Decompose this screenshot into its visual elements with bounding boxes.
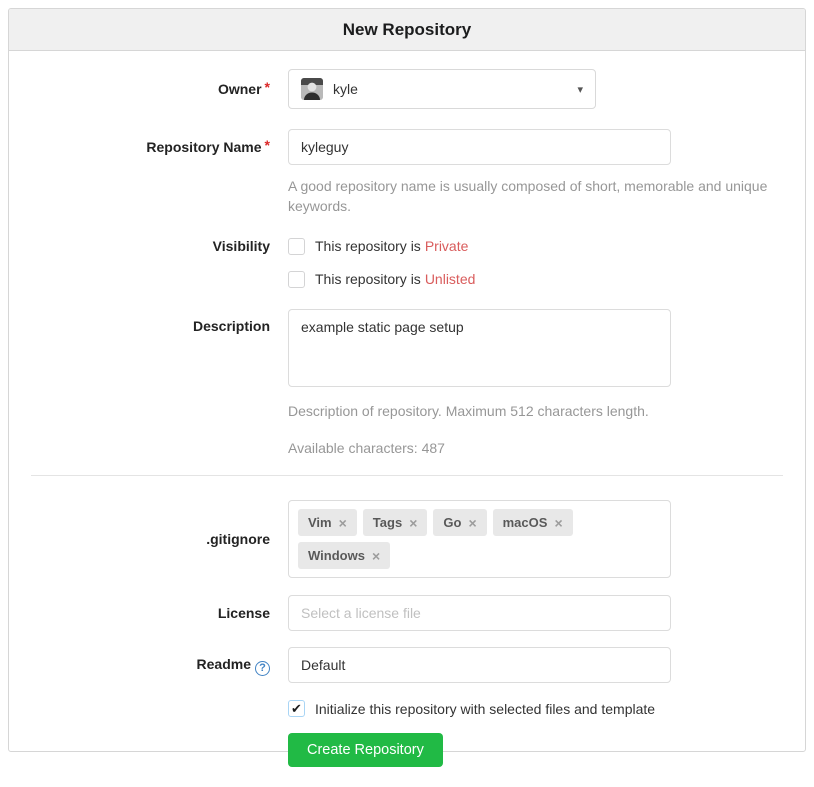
tag-label: Vim bbox=[308, 515, 332, 530]
private-checkbox[interactable] bbox=[288, 238, 305, 255]
submit-row: Create Repository bbox=[31, 733, 783, 767]
repository-name-input[interactable] bbox=[288, 129, 671, 165]
repository-name-label: Repository Name* bbox=[31, 139, 288, 155]
owner-label: Owner* bbox=[31, 81, 288, 97]
description-help-row: Description of repository. Maximum 512 c… bbox=[31, 401, 783, 421]
gitignore-tag: Tags × bbox=[363, 509, 428, 536]
description-textarea[interactable]: example static page setup bbox=[288, 309, 671, 387]
help-circle-icon[interactable]: ? bbox=[255, 661, 270, 676]
tag-label: Windows bbox=[308, 548, 365, 563]
required-asterisk: * bbox=[265, 137, 270, 153]
available-characters: Available characters: 487 bbox=[288, 438, 768, 458]
remove-tag-icon[interactable]: × bbox=[339, 516, 347, 530]
unlisted-highlight: Unlisted bbox=[425, 271, 476, 287]
new-repository-form: Owner* kyle ▾ bbox=[9, 51, 805, 787]
gitignore-tag: Vim × bbox=[298, 509, 357, 536]
tag-label: Go bbox=[443, 515, 461, 530]
gitignore-row: .gitignore Vim × Tags × Go × bbox=[31, 500, 783, 578]
private-checkbox-text: This repository is bbox=[315, 238, 421, 254]
required-asterisk: * bbox=[265, 79, 270, 95]
owner-dropdown[interactable]: kyle ▾ bbox=[288, 69, 596, 109]
description-row: Description example static page setup bbox=[31, 309, 783, 390]
repository-name-help: A good repository name is usually compos… bbox=[288, 176, 768, 217]
private-highlight: Private bbox=[425, 238, 469, 254]
remove-tag-icon[interactable]: × bbox=[468, 516, 476, 530]
owner-selected-value: kyle bbox=[333, 81, 358, 97]
owner-row: Owner* kyle ▾ bbox=[31, 69, 783, 109]
license-input[interactable] bbox=[288, 595, 671, 631]
section-divider bbox=[31, 475, 783, 476]
license-row: License bbox=[31, 595, 783, 631]
initialize-checkbox-text: Initialize this repository with selected… bbox=[315, 701, 655, 717]
repository-name-help-row: A good repository name is usually compos… bbox=[31, 176, 783, 217]
description-help: Description of repository. Maximum 512 c… bbox=[288, 401, 768, 421]
page-title: New Repository bbox=[343, 20, 471, 40]
tag-label: Tags bbox=[373, 515, 402, 530]
gitignore-multiselect[interactable]: Vim × Tags × Go × macOS × bbox=[288, 500, 671, 578]
unlisted-checkbox-text: This repository is bbox=[315, 271, 421, 287]
initialize-checkbox[interactable]: ✔ bbox=[288, 700, 305, 717]
chevron-down-icon: ▾ bbox=[577, 83, 583, 96]
available-characters-row: Available characters: 487 bbox=[31, 438, 783, 458]
description-label: Description bbox=[31, 309, 288, 334]
readme-label: Readme? bbox=[31, 656, 288, 674]
unlisted-checkbox-line: This repository is Unlisted bbox=[288, 271, 783, 288]
gitignore-tag: Go × bbox=[433, 509, 486, 536]
repository-name-row: Repository Name* bbox=[31, 129, 783, 165]
panel-header: New Repository bbox=[9, 9, 805, 51]
gitignore-label: .gitignore bbox=[31, 531, 288, 547]
private-checkbox-line: This repository is Private bbox=[288, 238, 783, 255]
new-repository-panel: New Repository Owner* kyle bbox=[8, 8, 806, 752]
visibility-row: Visibility This repository is Private Th… bbox=[31, 238, 783, 288]
owner-avatar bbox=[301, 78, 323, 100]
unlisted-checkbox[interactable] bbox=[288, 271, 305, 288]
readme-input[interactable] bbox=[288, 647, 671, 683]
gitignore-tag: macOS × bbox=[493, 509, 573, 536]
initialize-checkbox-line: ✔ Initialize this repository with select… bbox=[288, 700, 783, 717]
gitignore-tag: Windows × bbox=[298, 542, 390, 569]
license-label: License bbox=[31, 605, 288, 621]
readme-row: Readme? bbox=[31, 647, 783, 683]
remove-tag-icon[interactable]: × bbox=[372, 549, 380, 563]
visibility-label: Visibility bbox=[31, 238, 288, 254]
tag-label: macOS bbox=[503, 515, 548, 530]
remove-tag-icon[interactable]: × bbox=[409, 516, 417, 530]
create-repository-button[interactable]: Create Repository bbox=[288, 733, 443, 767]
initialize-row: ✔ Initialize this repository with select… bbox=[31, 700, 783, 717]
remove-tag-icon[interactable]: × bbox=[554, 516, 562, 530]
